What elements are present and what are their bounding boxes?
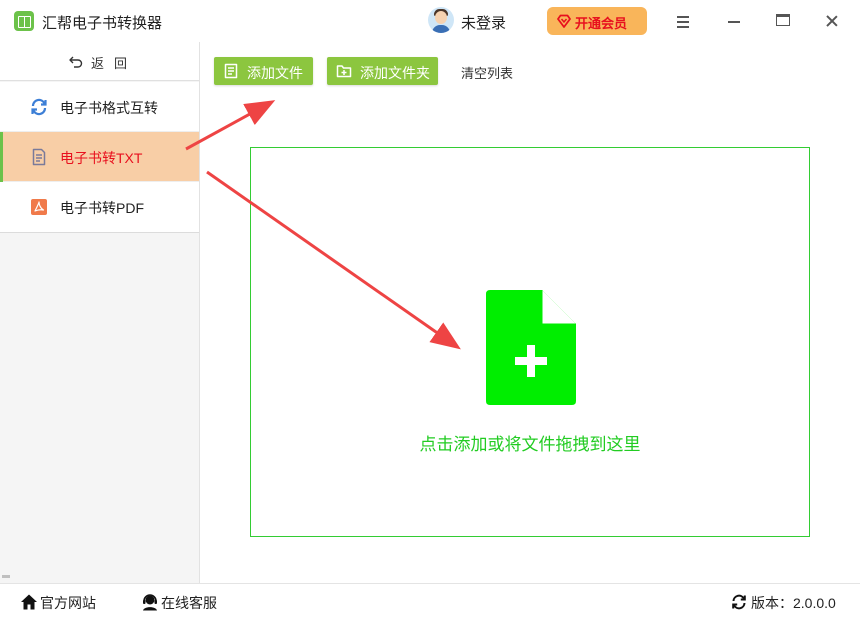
official-site-label: 官方网站 [40, 595, 96, 611]
sidebar-item-label: 电子书格式互转 [60, 100, 158, 116]
home-icon [21, 594, 37, 610]
sidebar-nav: 电子书格式互转 电子书转TXT 电子书转PDF [0, 82, 199, 233]
headset-icon [143, 594, 157, 611]
add-folder-button[interactable]: 添加文件夹 [327, 57, 438, 85]
add-file-label: 添加文件 [247, 65, 303, 81]
sidebar-item-to-txt[interactable]: 电子书转TXT [0, 132, 199, 182]
sidebar: 返回 电子书格式互转 电子书转TXT 电子书转PDF [0, 42, 200, 583]
title-bar: 汇帮电子书转换器 未登录 开通会员 [0, 0, 860, 42]
back-label: 返回 [91, 56, 138, 71]
user-avatar-icon[interactable] [428, 7, 454, 33]
sidebar-item-to-pdf[interactable]: 电子书转PDF [0, 182, 199, 232]
folder-plus-icon [336, 65, 352, 78]
back-arrow-icon [69, 56, 83, 68]
sidebar-item-label: 电子书转PDF [60, 200, 144, 216]
diamond-icon [557, 14, 571, 28]
menu-icon[interactable] [672, 10, 694, 32]
official-site-link[interactable]: 官方网站 [20, 593, 100, 611]
vip-button[interactable]: 开通会员 [547, 7, 647, 35]
drop-zone-hint: 点击添加或将文件拖拽到这里 [419, 435, 641, 454]
update-icon [732, 594, 746, 610]
file-drop-zone[interactable]: 点击添加或将文件拖拽到这里 [250, 147, 810, 537]
minimize-icon[interactable] [723, 10, 745, 32]
version-info: 版本：2.0.0.0 [731, 593, 841, 611]
add-folder-label: 添加文件夹 [360, 65, 430, 81]
close-icon[interactable] [821, 10, 843, 32]
online-service-label: 在线客服 [161, 595, 217, 611]
add-file-icon [486, 290, 576, 405]
clear-list-button[interactable]: 清空列表 [461, 63, 513, 82]
version-label: 版本：2.0.0.0 [751, 595, 836, 611]
document-icon [32, 148, 46, 166]
refresh-icon [31, 98, 47, 116]
maximize-icon[interactable] [772, 10, 794, 32]
pdf-icon [31, 199, 47, 215]
login-status[interactable]: 未登录 [461, 12, 506, 33]
file-list-icon [224, 63, 238, 79]
online-service-link[interactable]: 在线客服 [141, 593, 221, 611]
sidebar-scrollbar[interactable] [2, 575, 10, 578]
vip-label: 开通会员 [575, 16, 628, 31]
add-file-button[interactable]: 添加文件 [214, 57, 313, 85]
app-title: 汇帮电子书转换器 [42, 15, 163, 32]
sidebar-item-label: 电子书转TXT [60, 150, 143, 166]
sidebar-item-format-convert[interactable]: 电子书格式互转 [0, 82, 199, 132]
footer: 官方网站 在线客服 版本：2.0.0.0 [0, 583, 860, 617]
back-button[interactable]: 返回 [0, 42, 199, 81]
book-icon [14, 11, 34, 31]
